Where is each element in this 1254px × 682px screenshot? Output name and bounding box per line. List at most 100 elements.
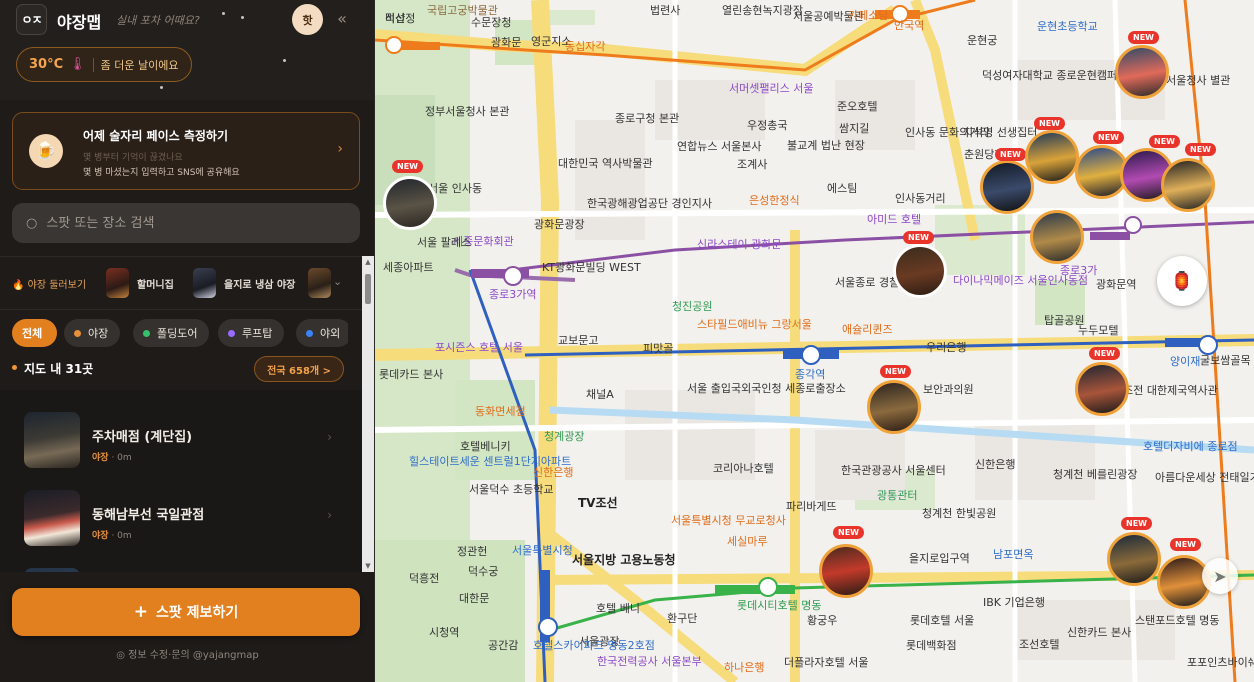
map-marker[interactable]: [867, 380, 921, 434]
tour-item[interactable]: 할머니집: [106, 268, 174, 298]
map-place-label: 호텔스카이파크 명동2호점: [533, 639, 655, 652]
map-place-label: 코리아나호텔: [713, 462, 774, 475]
map-place-label: 하나은행: [724, 661, 765, 674]
map-place-label: 서울특별시청 무교로청사: [671, 514, 786, 527]
map-place-label: 청계광장: [544, 430, 585, 443]
tour-thumbnail: [193, 268, 216, 298]
filter-chip-folding-door[interactable]: 폴딩도어: [133, 319, 210, 347]
footer-link[interactable]: ◎ 정보 수정·문의 @yajangmap: [0, 646, 374, 661]
map-place-label: 지석영 선생집터: [963, 126, 1038, 139]
map-place-label: 정부서울청사 본관: [425, 105, 510, 118]
chevron-right-icon: ›: [337, 141, 343, 157]
map-place-label: 광화문광장: [534, 218, 585, 231]
map-place-label: 우정총국: [747, 119, 788, 132]
map-marker[interactable]: [383, 176, 437, 230]
map-place-label: 대한문: [459, 592, 490, 605]
map-marker[interactable]: [819, 544, 873, 598]
list-item[interactable]: 동해남부선 국일관점 야장 · 0m ›: [12, 480, 350, 558]
tour-label[interactable]: 🔥 야장 둘러보기: [12, 276, 86, 291]
list-scrollbar[interactable]: ▲ ▼: [362, 256, 374, 572]
new-badge: NEW: [1034, 117, 1065, 130]
map-place-label: 포포인츠바이쉐라톤 서울명동: [1187, 656, 1254, 669]
map-place-label: 파리바게뜨: [786, 500, 837, 513]
chevron-down-icon[interactable]: ⌄: [333, 275, 342, 288]
map-place-label: 인사동거리: [895, 192, 946, 205]
map-place-label: 을지로입구역: [909, 552, 970, 565]
filter-chip-rooftop[interactable]: 루프탑: [218, 319, 285, 347]
new-badge: NEW: [995, 148, 1026, 161]
list-item[interactable]: 주차매점 (계단집) 야장 · 0m ›: [12, 402, 350, 480]
map-place-label: 롯데카드 본사: [379, 368, 444, 381]
map-place-label: KT광화문빌딩 WEST: [542, 261, 641, 274]
my-location-icon[interactable]: ➤: [1202, 558, 1238, 594]
beer-icon: 🍺: [29, 134, 63, 168]
divider: [92, 57, 94, 72]
mode-toggle-button[interactable]: 핫: [292, 4, 323, 35]
map-place-label: 광화문: [491, 36, 522, 49]
map-marker[interactable]: [980, 160, 1034, 214]
map-place-label: 한국광해광업공단 경인지사: [587, 197, 712, 210]
map-marker[interactable]: [893, 244, 947, 298]
spot-list: 주차매점 (계단집) 야장 · 0m › 동해남부선 국일관점 야장 · 0m …: [0, 390, 362, 572]
map-place-label: 적선정: [385, 12, 416, 25]
search-box[interactable]: ○: [12, 203, 360, 243]
map-marker[interactable]: [1075, 362, 1129, 416]
map-place-label: 서울특별시청: [512, 544, 573, 557]
scroll-down-icon[interactable]: ▼: [363, 562, 373, 570]
scroll-up-icon[interactable]: ▲: [363, 258, 373, 266]
temperature: 30°C: [29, 57, 64, 72]
map-place-label: 포시즌스 호텔 서울: [435, 341, 523, 354]
promo-card[interactable]: 🍺 어제 술자리 페이스 측정하기 몇 병부터 기억이 끊겼나요 몇 병 마셨는…: [12, 112, 360, 190]
filter-label: 야장: [88, 327, 109, 340]
map-place-label: 롯데시티호텔 명동: [737, 599, 822, 612]
dot-icon: [74, 329, 81, 337]
filter-chip-yajang[interactable]: 야장: [64, 319, 121, 347]
pub-icon[interactable]: 🏮: [1157, 256, 1207, 306]
filter-chip-outdoor[interactable]: 야외: [296, 319, 348, 347]
map-marker[interactable]: [1161, 158, 1215, 212]
map-marker[interactable]: [1025, 130, 1079, 184]
map-place-label: 채널A: [586, 388, 614, 401]
promo-title: 어제 술자리 페이스 측정하기: [83, 129, 229, 143]
spot-category: 야장: [92, 531, 109, 541]
map-place-label: TV조선: [578, 496, 618, 510]
tour-item[interactable]: 을지로 냉삼 야장: [193, 268, 295, 298]
map-place-label: 불교계 법난 현장: [787, 139, 865, 152]
tour-thumbnail: [106, 268, 129, 298]
map-place-label: 수문장청: [471, 16, 512, 29]
map-place-label: 서울덕수 초등학교: [469, 483, 554, 496]
report-spot-button[interactable]: + 스팟 제보하기: [12, 588, 360, 636]
map-view[interactable]: 국립고궁박물관 수문장청 광화문 영군지소 동십자각 법련사 열린송현녹지광장 서울공예박물관…: [375, 0, 1254, 682]
tour-strip: 🔥 야장 둘러보기 할머니집 을지로 냉삼 야장 ⌄: [0, 256, 362, 310]
map-place-label: 애슐리퀸즈: [842, 323, 893, 336]
map-place-label: 공간감: [488, 639, 519, 652]
nationwide-button[interactable]: 전국 658개 >: [254, 356, 344, 382]
spot-photo: [24, 568, 80, 572]
filter-chip-all[interactable]: 전체: [12, 319, 57, 347]
list-item[interactable]: [12, 558, 350, 572]
map-place-label: 한국전력공사 서울본부: [597, 655, 702, 668]
collapse-sidebar-icon[interactable]: «: [330, 8, 354, 32]
map-marker[interactable]: [1107, 532, 1161, 586]
map-place-label: 광화문역: [1096, 278, 1137, 291]
map-marker[interactable]: [1115, 45, 1169, 99]
star-decoration: [222, 12, 225, 15]
weather-message: 좀 더운 날이에요: [100, 58, 179, 72]
map-marker[interactable]: [1030, 210, 1084, 264]
filter-label: 루프탑: [242, 327, 273, 340]
app-logo[interactable]: ㅇㅈ: [16, 4, 47, 35]
map-place-label: 신한카드 본사: [1067, 626, 1132, 639]
result-count-row: 지도 내 31곳 전국 658개 >: [12, 356, 348, 382]
map-place-label: 시청역: [429, 626, 460, 639]
map-place-label: 환구단: [667, 612, 698, 625]
map-place-label: 롯데호텔 서울: [910, 614, 975, 627]
map-place-label: 양이재: [1170, 355, 1201, 368]
map-place-label: 법련사: [650, 4, 681, 17]
search-input[interactable]: [46, 215, 327, 231]
map-place-label: 종로3가: [1060, 264, 1098, 277]
spot-meta: 야장 · 0m: [92, 528, 132, 541]
map-place-label: 아미드 호텔: [867, 213, 922, 226]
map-place-label: 스탠포드호텔 명동: [1135, 614, 1220, 627]
scrollbar-thumb[interactable]: [365, 274, 371, 304]
map-place-label: 힐스테이트세운 센트럴1단지아파트: [409, 455, 572, 468]
